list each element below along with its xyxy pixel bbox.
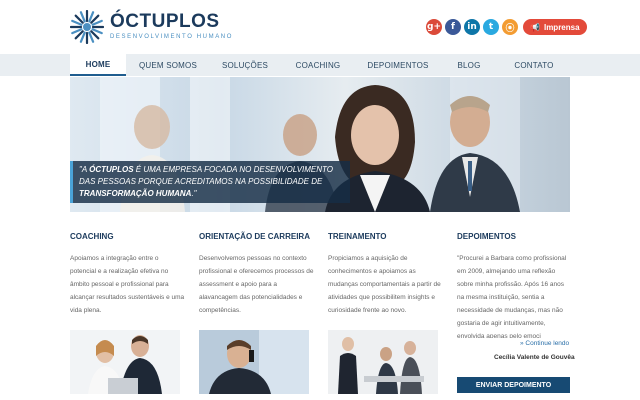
career-text: Desenvolvemos pessoas no contexto profis… [199,255,314,314]
rss-icon[interactable]: ⦿ [502,19,518,35]
nav-item-solucoes[interactable]: SOLUÇÕES [210,54,280,76]
press-button[interactable]: 📢 Imprensa [523,19,587,35]
nav-item-home[interactable]: HOME [70,54,126,76]
main-nav: HOME QUEM SOMOS SOLUÇÕES COACHING DEPOIM… [0,54,640,76]
twitter-icon[interactable]: t [483,19,499,35]
testimonials-title[interactable]: DEPOIMENTOS [457,232,570,246]
site-logo[interactable]: ÓCTUPLOS DESENVOLVIMENTO HUMANO [70,10,231,44]
training-image[interactable] [328,330,438,394]
logo-sunburst-icon [70,10,104,44]
coaching-image[interactable] [70,330,180,394]
hero-quote-emphasis: TRANSFORMAÇÃO HUMANA [79,189,192,198]
linkedin-icon[interactable]: in [464,19,480,35]
coaching-text: Apoiamos a integração entre o potencial … [70,255,185,314]
career-title[interactable]: ORIENTAÇÃO DE CARREIRA [199,232,315,246]
brand-name: ÓCTUPLOS [110,11,220,32]
megaphone-icon: 📢 [530,22,540,32]
site-header: ÓCTUPLOS DESENVOLVIMENTO HUMANO g+ f in … [0,0,640,54]
hero-quote-brand: ÓCTUPLOS [89,165,134,174]
hero-quote: "A ÓCTUPLOS É UMA EMPRESA FOCADA NO DESE… [70,161,350,203]
coaching-column: COACHING Apoiamos a integração entre o p… [70,232,186,317]
testimonials-column: DEPOIMENTOS "Procurei a Barbara como pro… [457,232,570,338]
testimonial-text: "Procurei a Barbara como profissional em… [457,255,567,338]
google-plus-icon[interactable]: g+ [426,19,442,35]
brand-tagline: DESENVOLVIMENTO HUMANO [110,34,233,40]
social-bar: g+ f in t ⦿ 📢 Imprensa [426,19,587,35]
nav-item-blog[interactable]: BLOG [440,54,498,76]
career-man-phone-image [199,330,309,394]
career-image[interactable] [199,330,309,394]
facebook-icon[interactable]: f [445,19,461,35]
training-title[interactable]: TREINAMENTO [328,232,444,246]
training-column: TREINAMENTO Propiciamos a aquisição de c… [328,232,444,317]
nav-item-quem-somos[interactable]: QUEM SOMOS [126,54,210,76]
training-meeting-image [328,330,438,394]
press-label: Imprensa [543,22,580,32]
hero-quote-end: ." [191,189,197,198]
nav-item-coaching[interactable]: COACHING [280,54,356,76]
career-column: ORIENTAÇÃO DE CARREIRA Desenvolvemos pes… [199,232,315,317]
coaching-people-laptop-image [70,330,180,394]
send-testimonial-button[interactable]: ENVIAR DEPOIMENTO [457,377,570,393]
training-text: Propiciamos a aquisição de conhecimentos… [328,255,441,314]
coaching-title[interactable]: COACHING [70,232,186,246]
hero-quote-start: "A [79,165,90,174]
nav-item-contato[interactable]: CONTATO [498,54,570,76]
nav-item-depoimentos[interactable]: DEPOIMENTOS [356,54,440,76]
testimonial-author: Cecília Valente de Gouvêa [494,354,575,361]
continue-reading-link[interactable]: » Continue lendo [520,340,569,347]
hero-banner: "A ÓCTUPLOS É UMA EMPRESA FOCADA NO DESE… [70,77,570,212]
